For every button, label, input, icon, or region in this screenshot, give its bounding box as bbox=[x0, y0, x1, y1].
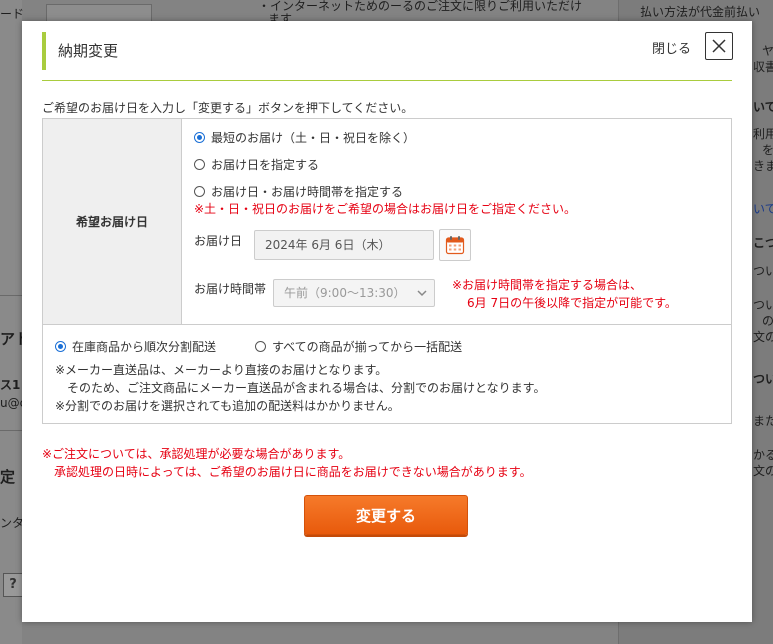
calendar-icon bbox=[445, 236, 465, 255]
bg-snippet: つい bbox=[753, 372, 773, 386]
bg-snippet: かる bbox=[753, 448, 773, 462]
bg-input-box bbox=[46, 4, 152, 22]
background-left-column bbox=[0, 0, 22, 644]
bg-snippet: を bbox=[762, 143, 773, 157]
approval-note-line-1: ※ご注文については、承認処理が必要な場合があります。 bbox=[42, 447, 351, 461]
submit-change-button[interactable]: 変更する bbox=[304, 495, 468, 535]
select-value: 午前（9:00～13:30） bbox=[284, 286, 406, 300]
help-button[interactable]: ? bbox=[3, 573, 23, 597]
bg-snippet: つい bbox=[753, 264, 773, 278]
bg-snippet: 定 bbox=[0, 468, 16, 486]
close-label[interactable]: 閉じる bbox=[652, 38, 691, 57]
option-label: 在庫商品から順次分割配送 bbox=[72, 340, 217, 354]
bg-snippet: いて bbox=[753, 202, 773, 216]
close-button[interactable] bbox=[705, 32, 733, 60]
table-value-cell: 最短のお届け（土・日・祝日を除く） お届け日を指定する お届け日・お届け時間帯を… bbox=[182, 119, 731, 324]
option-label: お届け日・お届け時間帯を指定する bbox=[211, 185, 404, 199]
shipping-method-box: 在庫商品から順次分割配送 すべての商品が揃ってから一括配送 ※メーカー直送品は、… bbox=[42, 325, 732, 424]
option-bulk-shipping[interactable]: すべての商品が揃ってから一括配送 bbox=[255, 338, 462, 355]
modal-title: 納期変更 bbox=[58, 42, 119, 60]
bg-snippet: 文の bbox=[753, 464, 773, 478]
time-note-line-2: 6月 7日の午後以降で指定が可能です。 bbox=[467, 296, 677, 310]
delivery-date-modal: 納期変更 閉じる ご希望のお届け日を入力し「変更する」ボタンを押下してください。… bbox=[22, 21, 752, 622]
radio-button[interactable] bbox=[194, 186, 205, 197]
bg-snippet: きま bbox=[753, 159, 773, 173]
option-label: すべての商品が揃ってから一括配送 bbox=[272, 340, 463, 354]
radio-button[interactable] bbox=[194, 132, 205, 143]
bg-snippet: 収書 bbox=[753, 60, 773, 74]
date-label: お届け日 bbox=[194, 234, 243, 248]
radio-button[interactable] bbox=[194, 159, 205, 170]
bg-snippet: ンタ bbox=[0, 516, 25, 530]
bg-snippet: ス1 bbox=[0, 378, 21, 392]
header-divider bbox=[42, 80, 732, 81]
bg-snippet: ・インターネットためのーるのご注文に限りご利用いただけ bbox=[258, 0, 583, 13]
delivery-time-select[interactable]: 午前（9:00～13:30） bbox=[273, 279, 435, 307]
option-label: 最短のお届け（土・日・祝日を除く） bbox=[211, 131, 416, 145]
option-label: お届け日を指定する bbox=[211, 158, 320, 172]
bg-snippet: の bbox=[762, 314, 773, 328]
time-note-line-1: ※お届け時間帯を指定する場合は、 bbox=[452, 278, 643, 292]
modal-header: 納期変更 bbox=[42, 32, 736, 70]
table-header-label: 希望お届け日 bbox=[75, 215, 148, 229]
bg-snippet: こつ bbox=[753, 236, 773, 250]
bg-snippet: いて bbox=[753, 100, 773, 114]
delivery-date-input[interactable]: 2024年 6月 6日（木） bbox=[254, 230, 434, 260]
option-specify-date[interactable]: お届け日を指定する bbox=[194, 156, 319, 173]
delivery-date-table: 希望お届け日 最短のお届け（土・日・祝日を除く） お届け日を指定する お届け日・… bbox=[42, 118, 732, 325]
bg-divider bbox=[0, 430, 22, 431]
approval-note-line-2: 承認処理の日時によっては、ご希望のお届け日に商品をお届けできない場合があります。 bbox=[42, 465, 532, 479]
time-label: お届け時間帯 bbox=[194, 282, 267, 296]
bg-snippet: 払い方法が代金前払い bbox=[640, 5, 761, 19]
close-icon bbox=[712, 39, 726, 53]
bg-snippet: ード bbox=[0, 7, 25, 21]
chevron-down-icon bbox=[417, 290, 427, 297]
bg-snippet: 利用 bbox=[753, 127, 773, 141]
shipping-note: ※分割でのお届けを選択されても追加の配送料はかかりません。 bbox=[55, 399, 400, 413]
option-shortest-delivery[interactable]: 最短のお届け（土・日・祝日を除く） bbox=[194, 129, 415, 146]
shipping-note: ※メーカー直送品は、メーカーより直接のお届けとなります。 bbox=[55, 363, 388, 377]
bg-snippet: 文の bbox=[753, 330, 773, 344]
bg-snippet: また bbox=[753, 414, 773, 428]
intro-text: ご希望のお届け日を入力し「変更する」ボタンを押下してください。 bbox=[42, 101, 414, 115]
calendar-button[interactable] bbox=[439, 229, 471, 261]
radio-button[interactable] bbox=[255, 341, 266, 352]
option-split-shipping[interactable]: 在庫商品から順次分割配送 bbox=[55, 338, 216, 355]
bg-snippet: ヤ bbox=[762, 44, 773, 58]
table-header-cell: 希望お届け日 bbox=[43, 119, 182, 324]
option-specify-date-time[interactable]: お届け日・お届け時間帯を指定する bbox=[194, 183, 403, 200]
bg-snippet: つい bbox=[753, 298, 773, 312]
weekend-note: ※土・日・祝日のお届けをご希望の場合はお届け日をご指定ください。 bbox=[194, 202, 577, 216]
radio-button[interactable] bbox=[55, 341, 66, 352]
bg-divider bbox=[0, 295, 22, 296]
shipping-note: そのため、ご注文商品にメーカー直送品が含まれる場合は、分割でのお届けとなります。 bbox=[55, 381, 546, 395]
